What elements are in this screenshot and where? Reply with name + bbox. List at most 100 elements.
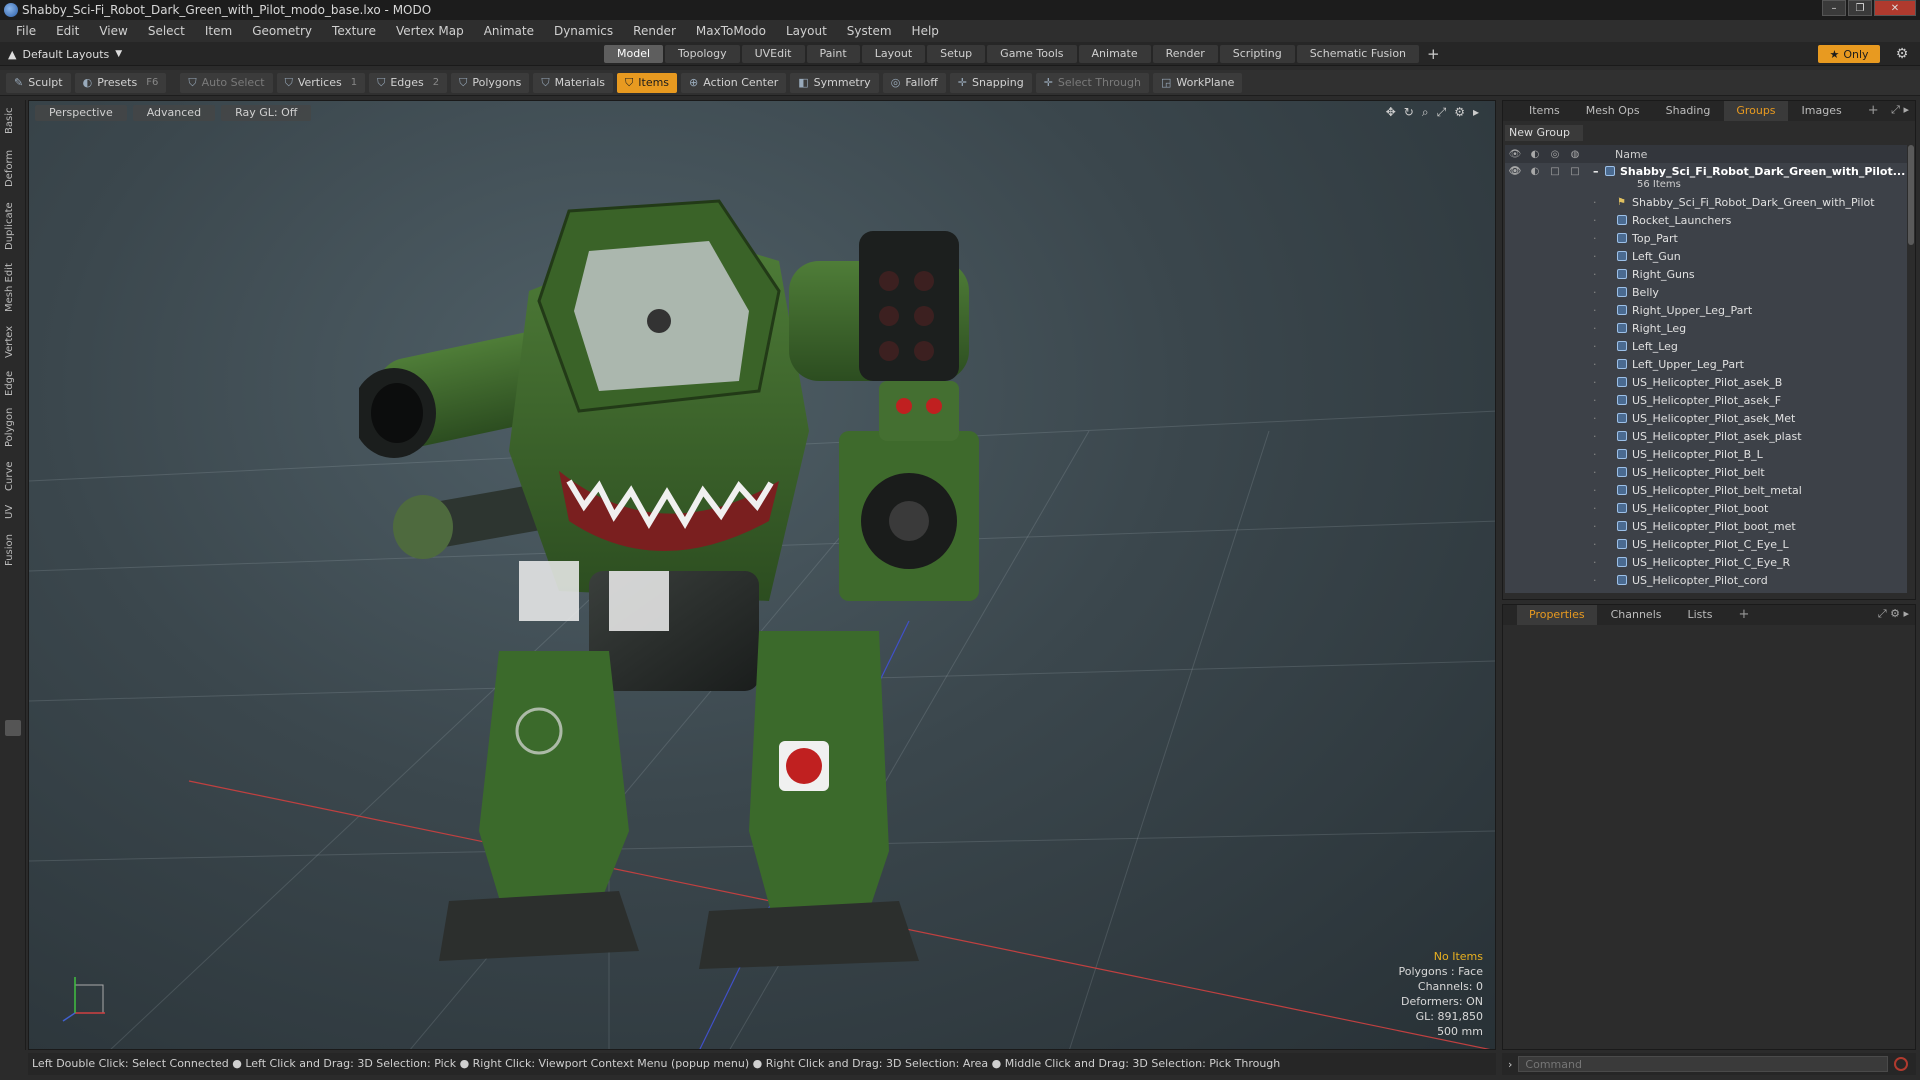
lock-col-icon[interactable]: ◎ — [1545, 149, 1565, 160]
tab-topology[interactable]: Topology — [665, 45, 740, 63]
tab-lists[interactable]: Lists — [1676, 605, 1725, 625]
zoom-icon[interactable]: ⌕ — [1422, 105, 1429, 120]
list-item[interactable]: · US_Helicopter_Pilot_B_L — [1505, 445, 1907, 463]
minimize-button[interactable]: – — [1822, 0, 1846, 16]
items-button[interactable]: ⛉ Items — [617, 72, 678, 93]
sculpt-button[interactable]: ✎ Sculpt — [6, 72, 71, 93]
tab-layout[interactable]: Layout — [861, 45, 926, 63]
list-item[interactable]: · Right_Guns — [1505, 265, 1907, 283]
menu-layout[interactable]: Layout — [776, 20, 837, 42]
tab-groups[interactable]: Groups — [1724, 101, 1788, 121]
menu-dynamics[interactable]: Dynamics — [544, 20, 623, 42]
collapse-icon[interactable]: – — [1593, 165, 1605, 178]
add-tab-button[interactable]: + — [1421, 45, 1446, 63]
3d-viewport[interactable]: Perspective Advanced Ray GL: Off ✥ ↻ ⌕ ⤢… — [28, 100, 1496, 1050]
tab-mesh-ops[interactable]: Mesh Ops — [1574, 101, 1652, 121]
menu-vertex-map[interactable]: Vertex Map — [386, 20, 474, 42]
menu-edit[interactable]: Edit — [46, 20, 89, 42]
maximize-button[interactable]: ❐ — [1848, 0, 1872, 16]
menu-view[interactable]: View — [89, 20, 137, 42]
add-properties-tab-button[interactable]: + — [1726, 605, 1761, 625]
list-item[interactable]: · US_Helicopter_Pilot_cord — [1505, 571, 1907, 589]
list-item[interactable]: · US_Helicopter_Pilot_belt_metal — [1505, 481, 1907, 499]
tab-channels[interactable]: Channels — [1599, 605, 1674, 625]
layout-dropdown[interactable]: ▲ Default Layouts ▼ — [8, 45, 122, 63]
advanced-button[interactable]: Advanced — [132, 105, 216, 121]
tab-animate[interactable]: Animate — [1078, 45, 1151, 63]
tab-setup[interactable]: Setup — [927, 45, 986, 63]
command-history-icon[interactable] — [1894, 1057, 1909, 1071]
tab-schematic-fusion[interactable]: Schematic Fusion — [1296, 45, 1420, 63]
eye-icon[interactable]: 👁 — [1505, 166, 1525, 177]
raygl-button[interactable]: Ray GL: Off — [221, 105, 312, 121]
list-item[interactable]: · Right_Leg — [1505, 319, 1907, 337]
select-through-button[interactable]: ✛ Select Through — [1035, 72, 1149, 93]
list-item[interactable]: · Top_Part — [1505, 229, 1907, 247]
list-item[interactable]: · US_Helicopter_Pilot_C_Eye_L — [1505, 535, 1907, 553]
vtab-deform[interactable]: Deform — [4, 148, 22, 188]
close-button[interactable]: ✕ — [1874, 0, 1916, 16]
list-item[interactable]: · US_Helicopter_Pilot_asek_B — [1505, 373, 1907, 391]
tab-model[interactable]: Model — [604, 45, 664, 63]
group-row[interactable]: 👁 ◐ □ □ – Shabby_Sci_Fi_Robot_Dark_Green… — [1505, 163, 1907, 179]
vtab-duplicate[interactable]: Duplicate — [4, 200, 22, 252]
menu-item[interactable]: Item — [195, 20, 242, 42]
name-column-header[interactable]: Name — [1615, 148, 1647, 161]
properties-expand-icon[interactable]: ⤢ ⚙ ▸ — [1878, 607, 1909, 621]
vtab-fusion[interactable]: Fusion — [4, 530, 22, 570]
list-item[interactable]: · US_Helicopter_Pilot_boot_met — [1505, 517, 1907, 535]
tab-uvedit[interactable]: UVEdit — [741, 45, 805, 63]
list-item[interactable]: · Left_Upper_Leg_Part — [1505, 355, 1907, 373]
visibility-col-icon[interactable]: 👁 — [1505, 149, 1525, 160]
list-item[interactable]: · US_Helicopter_Pilot_asek_Met — [1505, 409, 1907, 427]
rotate-icon[interactable]: ↻ — [1404, 105, 1414, 120]
list-item[interactable]: · Right_Upper_Leg_Part — [1505, 301, 1907, 319]
tab-render[interactable]: Render — [1152, 45, 1218, 63]
menu-texture[interactable]: Texture — [322, 20, 386, 42]
menu-system[interactable]: System — [837, 20, 902, 42]
render-col-icon[interactable]: ◐ — [1525, 149, 1545, 160]
vtab-curve[interactable]: Curve — [4, 458, 22, 494]
menu-help[interactable]: Help — [902, 20, 949, 42]
viewport-menu-icon[interactable]: ▸ — [1473, 105, 1479, 120]
fit-icon[interactable]: ⤢ — [1437, 105, 1447, 120]
auto-select-button[interactable]: ⛉ Auto Select — [180, 72, 273, 93]
vtab-polygon[interactable]: Polygon — [4, 404, 22, 450]
menu-animate[interactable]: Animate — [474, 20, 544, 42]
list-scrollbar[interactable] — [1908, 145, 1914, 245]
list-item[interactable]: · US_Helicopter_Pilot_asek_plast — [1505, 427, 1907, 445]
perspective-button[interactable]: Perspective — [35, 105, 127, 121]
menu-maxtomodo[interactable]: MaxToModo — [686, 20, 776, 42]
command-input[interactable] — [1518, 1056, 1889, 1072]
select-toggle-icon[interactable]: □ — [1565, 166, 1585, 177]
list-item[interactable]: · Left_Gun — [1505, 247, 1907, 265]
workplane-button[interactable]: ◲ WorkPlane — [1152, 72, 1243, 93]
add-panel-tab-button[interactable]: + — [1856, 101, 1891, 121]
list-item[interactable]: · Rocket_Launchers — [1505, 211, 1907, 229]
vtab-basic[interactable]: Basic — [4, 106, 22, 136]
materials-button[interactable]: ⛉ Materials — [533, 72, 614, 93]
list-item[interactable]: · US_Helicopter_Pilot_belt — [1505, 463, 1907, 481]
only-button[interactable]: ★ Only — [1818, 45, 1880, 63]
tab-properties[interactable]: Properties — [1517, 605, 1597, 625]
vtab-vertex[interactable]: Vertex — [4, 322, 22, 362]
edges-button[interactable]: ⛉ Edges 2 — [369, 72, 448, 93]
menu-render[interactable]: Render — [623, 20, 686, 42]
list-item[interactable]: · US_Helicopter_Pilot_C_Eye_R — [1505, 553, 1907, 571]
render-toggle-icon[interactable]: ◐ — [1525, 166, 1545, 177]
menu-geometry[interactable]: Geometry — [242, 20, 322, 42]
list-item[interactable]: · Left_Leg — [1505, 337, 1907, 355]
action-center-button[interactable]: ⊕ Action Center — [681, 72, 787, 93]
palette-toggle[interactable] — [5, 720, 21, 736]
vtab-edge[interactable]: Edge — [4, 366, 22, 400]
menu-select[interactable]: Select — [138, 20, 195, 42]
viewport-gear-icon[interactable]: ⚙ — [1454, 105, 1465, 120]
expand-icon[interactable]: ⤢ ▸ — [1891, 103, 1909, 117]
new-group-button[interactable]: New Group — [1505, 125, 1583, 141]
pan-icon[interactable]: ✥ — [1386, 105, 1396, 120]
falloff-button[interactable]: ◎ Falloff — [882, 72, 946, 93]
tab-game-tools[interactable]: Game Tools — [987, 45, 1077, 63]
tab-items[interactable]: Items — [1517, 101, 1572, 121]
vtab-mesh-edit[interactable]: Mesh Edit — [4, 260, 22, 316]
list-item[interactable]: · US_Helicopter_Pilot_asek_F — [1505, 391, 1907, 409]
